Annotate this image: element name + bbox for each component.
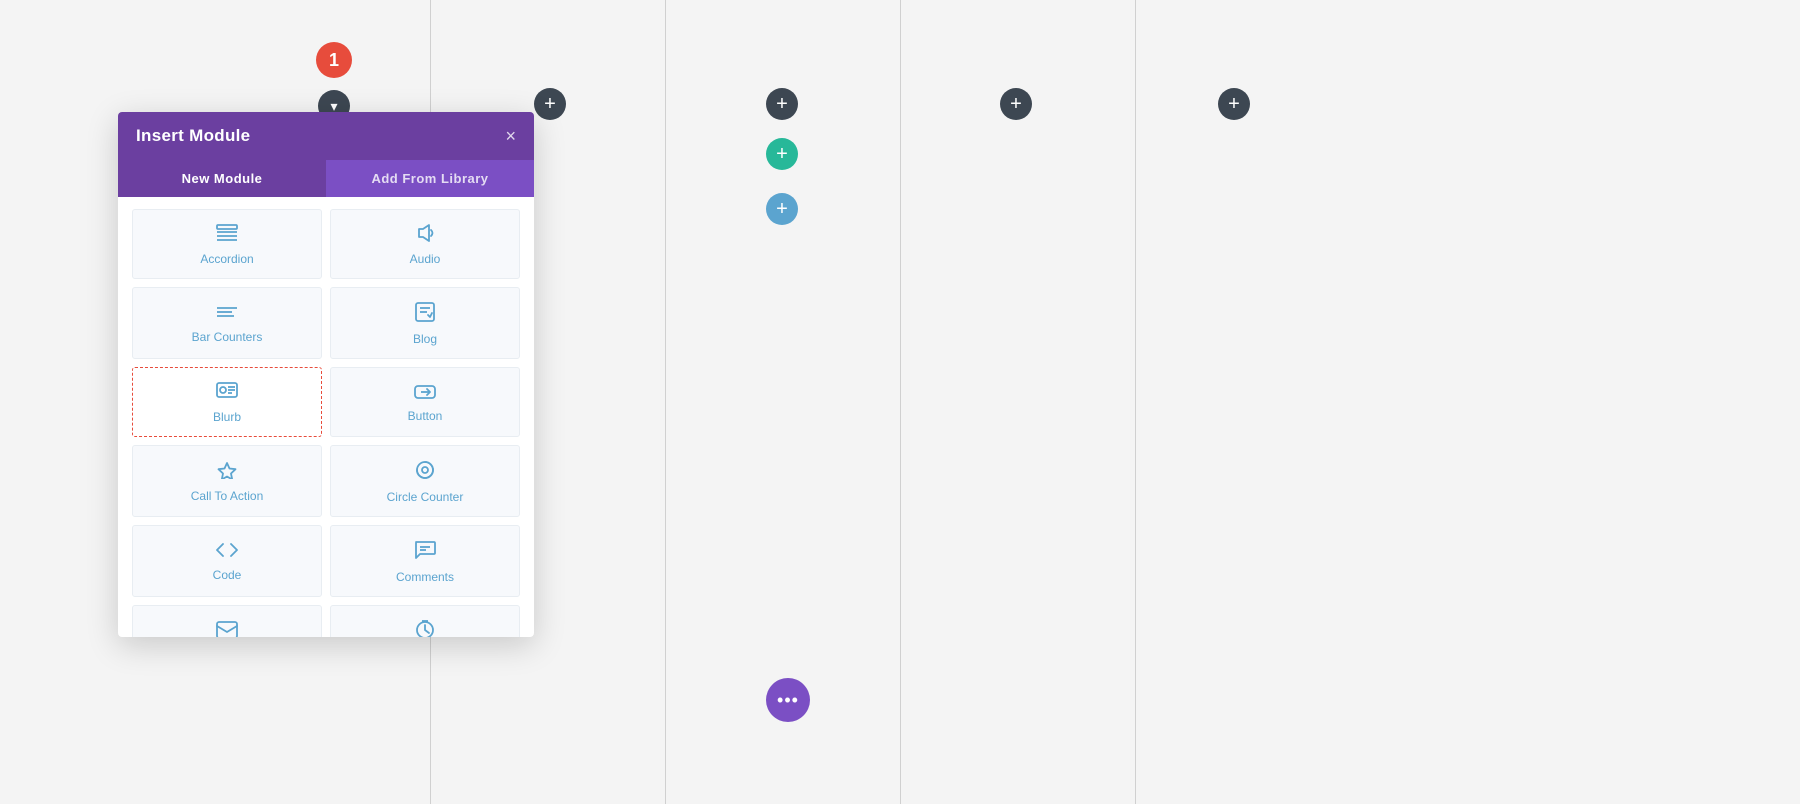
- module-item-blog[interactable]: Blog: [330, 287, 520, 359]
- module-item-countdown[interactable]: Countdown Timer: [330, 605, 520, 637]
- comments-icon: [414, 540, 436, 564]
- add-column-button-3[interactable]: +: [1000, 88, 1032, 120]
- bar-counters-label: Bar Counters: [192, 330, 263, 344]
- comments-label: Comments: [396, 570, 454, 584]
- module-item-call-to-action[interactable]: Call To Action: [132, 445, 322, 517]
- module-item-bar-counters[interactable]: Bar Counters: [132, 287, 322, 359]
- tab-add-from-library[interactable]: Add From Library: [326, 160, 534, 197]
- code-icon: [216, 542, 238, 562]
- contact-form-icon: [216, 621, 238, 637]
- call-to-action-label: Call To Action: [191, 489, 264, 503]
- modal-header: Insert Module ×: [118, 112, 534, 160]
- insert-module-modal: Insert Module × New Module Add From Libr…: [118, 112, 534, 637]
- module-item-code[interactable]: Code: [132, 525, 322, 597]
- more-options-button[interactable]: •••: [766, 678, 810, 722]
- module-grid: Accordion Audio Bar Counters: [118, 197, 534, 637]
- module-item-contact-form[interactable]: Contact Form: [132, 605, 322, 637]
- blurb-label: Blurb: [213, 410, 241, 424]
- add-section-button-teal[interactable]: +: [766, 138, 798, 170]
- divider-line-2: [665, 0, 666, 804]
- audio-label: Audio: [410, 252, 441, 266]
- divider-line-3: [900, 0, 901, 804]
- module-item-accordion[interactable]: Accordion: [132, 209, 322, 279]
- module-item-button[interactable]: Button: [330, 367, 520, 437]
- circle-counter-label: Circle Counter: [387, 490, 464, 504]
- blog-label: Blog: [413, 332, 437, 346]
- call-to-action-icon: [216, 461, 238, 483]
- module-item-audio[interactable]: Audio: [330, 209, 520, 279]
- modal-title: Insert Module: [136, 126, 250, 146]
- accordion-icon: [216, 224, 238, 246]
- add-row-button-blue[interactable]: +: [766, 193, 798, 225]
- blurb-icon: [216, 382, 238, 404]
- blog-icon: [415, 302, 435, 326]
- accordion-label: Accordion: [200, 252, 253, 266]
- circle-counter-icon: [415, 460, 435, 484]
- button-label: Button: [408, 409, 443, 423]
- button-icon: [414, 383, 436, 403]
- modal-close-button[interactable]: ×: [505, 127, 516, 145]
- step-badge: 1: [316, 42, 352, 78]
- module-item-circle-counter[interactable]: Circle Counter: [330, 445, 520, 517]
- audio-icon: [415, 224, 435, 246]
- divider-line-4: [1135, 0, 1136, 804]
- add-column-button-4[interactable]: +: [1218, 88, 1250, 120]
- tab-new-module[interactable]: New Module: [118, 160, 326, 197]
- add-column-button-2[interactable]: +: [766, 88, 798, 120]
- module-item-blurb[interactable]: Blurb: [132, 367, 322, 437]
- countdown-icon: [415, 620, 435, 637]
- module-item-comments[interactable]: Comments: [330, 525, 520, 597]
- modal-tabs: New Module Add From Library: [118, 160, 534, 197]
- bar-counters-icon: [216, 304, 238, 324]
- code-label: Code: [213, 568, 242, 582]
- add-column-button-1[interactable]: +: [534, 88, 566, 120]
